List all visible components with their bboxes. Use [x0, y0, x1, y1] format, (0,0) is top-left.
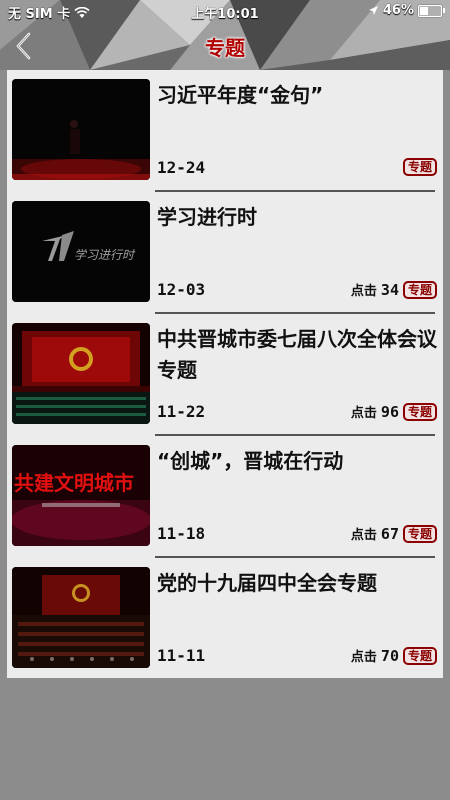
item-title: 中共晋城市委七届八次全体会议专题 — [157, 327, 437, 382]
item-title: “创城”，晋城在行动 — [157, 449, 344, 473]
item-thumbnail: 学习进行时 — [12, 201, 150, 302]
location-arrow-icon — [368, 6, 378, 15]
clicks-count: 96 — [380, 402, 399, 421]
item-meta: 点击 34 专题 — [351, 280, 437, 299]
topic-tag: 专题 — [402, 158, 437, 176]
item-thumbnail — [12, 79, 150, 180]
thumbnail-image — [12, 323, 150, 424]
thumbnail-image — [12, 567, 150, 668]
item-title: 党的十九届四中全会专题 — [157, 571, 377, 595]
list-item[interactable]: 中共晋城市委七届八次全体会议专题 11-22 点击 96 专题 — [7, 314, 443, 436]
item-date: 11-11 — [157, 646, 206, 665]
topic-tag: 专题 — [402, 524, 437, 543]
clicks-label: 点击 — [350, 406, 377, 421]
clicks-count: 70 — [380, 646, 399, 665]
topic-tag: 专题 — [402, 402, 437, 421]
clicks-count: 67 — [380, 524, 399, 543]
screen: 无 SIM 卡 上午10:01 46% 专题 习近平年度“金句” 12-24 专… — [0, 0, 450, 800]
status-bar: 无 SIM 卡 上午10:01 46% — [0, 0, 450, 24]
item-title: 习近平年度“金句” — [157, 83, 324, 107]
item-meta: 点击 67 专题 — [351, 524, 437, 543]
battery-icon — [418, 4, 445, 17]
thumbnail-image — [12, 79, 150, 180]
battery-percent: 46% — [382, 3, 414, 18]
list-item[interactable]: 共建文明城市 “创城”，晋城在行动 11-18 点击 67 专题 — [7, 436, 443, 558]
item-meta: 专题 — [402, 158, 437, 176]
item-thumbnail — [12, 567, 150, 668]
clicks-count: 34 — [380, 280, 399, 299]
item-date: 12-03 — [157, 280, 206, 299]
battery-level — [420, 6, 428, 15]
thumbnail-image: 共建文明城市 — [12, 445, 150, 546]
item-date: 11-22 — [157, 402, 206, 421]
list-item[interactable]: 党的十九届四中全会专题 11-11 点击 70 专题 — [7, 558, 443, 678]
item-meta: 点击 96 专题 — [351, 402, 437, 421]
topic-tag: 专题 — [402, 280, 437, 299]
thumbnail-caption: 学习进行时 — [74, 248, 136, 262]
clicks-label: 点击 — [350, 650, 377, 665]
list-item[interactable]: 习近平年度“金句” 12-24 专题 — [7, 70, 443, 192]
clicks-label: 点击 — [350, 528, 377, 543]
item-thumbnail — [12, 323, 150, 424]
status-right: 46% — [368, 3, 445, 18]
page-title: 专题 — [205, 36, 245, 60]
nav-bar: 专题 — [0, 24, 450, 68]
list-item[interactable]: 学习进行时 学习进行时 12-03 点击 34 专题 — [7, 192, 443, 314]
item-title: 学习进行时 — [157, 205, 257, 229]
thumbnail-image: 学习进行时 — [12, 201, 150, 302]
topic-tag: 专题 — [402, 646, 437, 665]
thumbnail-caption: 共建文明城市 — [14, 471, 134, 495]
item-meta: 点击 70 专题 — [351, 646, 437, 665]
item-date: 11-18 — [157, 524, 206, 543]
item-date: 12-24 — [157, 158, 206, 177]
clicks-label: 点击 — [350, 284, 377, 299]
item-thumbnail: 共建文明城市 — [12, 445, 150, 546]
topic-list: 习近平年度“金句” 12-24 专题 学习进行时 学习进行时 12-03 点击 — [7, 70, 443, 678]
